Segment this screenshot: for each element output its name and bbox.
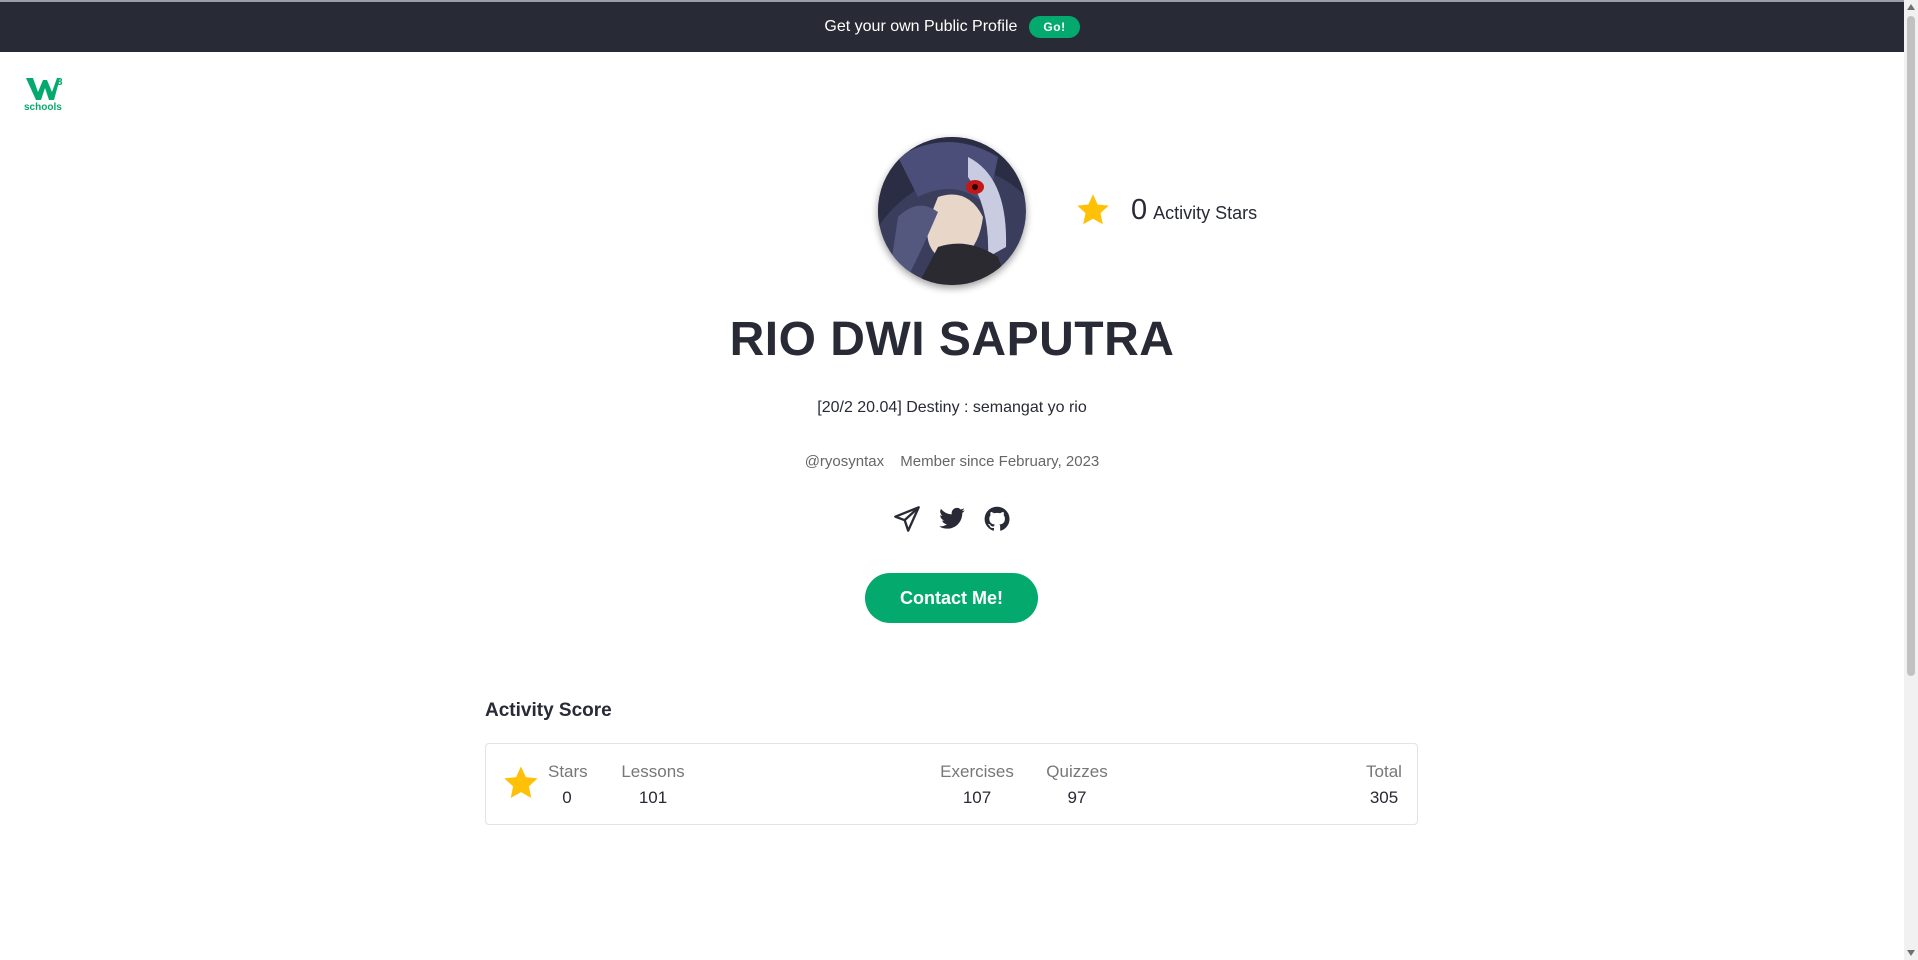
logo-text: schools [24, 102, 62, 113]
profile-bio: [20/2 20.04] Destiny : semangat yo rio [817, 399, 1087, 416]
banner-text: Get your own Public Profile [824, 18, 1018, 35]
score-lessons: Lessons 101 [621, 762, 685, 808]
score-quizzes: Quizzes 97 [1044, 762, 1110, 808]
scroll-up-arrow[interactable] [1907, 4, 1915, 10]
logo-superscript: 3 [57, 77, 63, 88]
score-label: Lessons [621, 762, 685, 781]
activity-stars-summary: 0 Activity Stars [1075, 192, 1257, 228]
profile-meta: @ryosyntax Member since February, 2023 [0, 453, 1904, 470]
go-button[interactable]: Go! [1029, 16, 1080, 38]
social-links [893, 505, 1011, 533]
score-exercises: Exercises 107 [940, 762, 1014, 808]
score-value: 305 [1369, 788, 1399, 807]
score-stars: Stars 0 [548, 762, 588, 808]
score-value: 107 [962, 788, 992, 807]
paper-plane-icon[interactable] [893, 505, 921, 533]
score-total: Total 305 [1360, 762, 1408, 808]
star-icon [1077, 194, 1109, 225]
contact-me-button[interactable]: Contact Me! [865, 573, 1038, 623]
member-since: Member since February, 2023 [900, 453, 1100, 470]
activity-stars-label: Activity Stars [1153, 202, 1258, 223]
scrollbar[interactable] [1904, 0, 1918, 960]
score-label: Total [1366, 762, 1402, 781]
scroll-thumb[interactable] [1907, 16, 1915, 676]
twitter-icon[interactable] [938, 505, 966, 533]
score-value: 101 [638, 788, 668, 807]
score-label: Quizzes [1046, 762, 1108, 781]
top-banner: Get your own Public Profile Go! [0, 0, 1904, 52]
activity-stars-count: 0 [1131, 193, 1148, 226]
profile-name: RIO DWI SAPUTRA [729, 313, 1175, 366]
score-label: Stars [548, 762, 588, 781]
star-icon [504, 766, 538, 799]
github-icon[interactable] [983, 505, 1011, 533]
activity-score-card: Stars 0 Lessons 101 Exercises 107 Quizze… [485, 743, 1418, 825]
scroll-down-arrow[interactable] [1907, 950, 1915, 956]
avatar [878, 137, 1026, 285]
score-value: 97 [1067, 788, 1087, 807]
activity-score-title: Activity Score [485, 700, 612, 721]
score-value: 0 [562, 788, 572, 807]
score-label: Exercises [940, 762, 1014, 781]
username: @ryosyntax [804, 453, 885, 470]
